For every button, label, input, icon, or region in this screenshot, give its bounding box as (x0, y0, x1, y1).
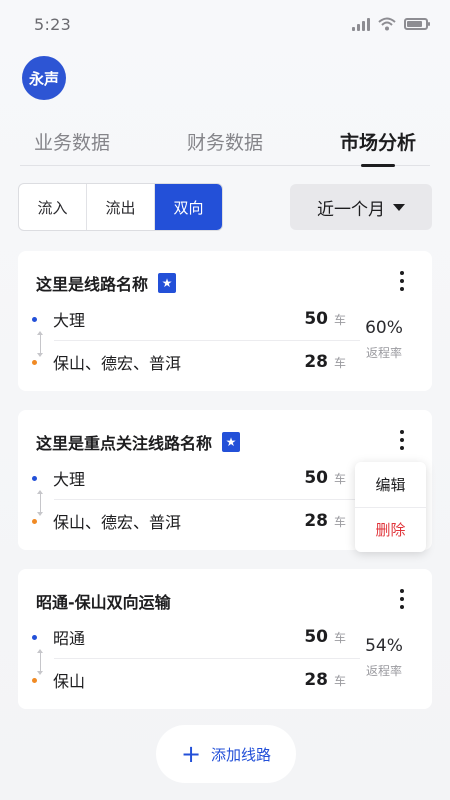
top-tabs: 业务数据 财务数据 市场分析 (20, 118, 430, 166)
route-title: 这里是线路名称 ★ (36, 271, 177, 295)
period-label: 近一个月 (317, 199, 385, 220)
tab-business-data[interactable]: 业务数据 (34, 118, 110, 166)
route-title-text: 这里是线路名称 (36, 275, 149, 294)
origin-place: 昭通 (53, 629, 86, 648)
row-divider (54, 340, 360, 341)
period-dropdown[interactable]: 近一个月 (290, 184, 432, 230)
origin-count: 50 (304, 468, 328, 488)
route-card[interactable]: 这里是线路名称 ★ 大理 50 车 保山、德宏、普洱 28 车 60% 返程率 (18, 251, 432, 391)
card-action-menu: 编辑 删除 (355, 462, 426, 552)
return-rate-label: 返程率 (365, 664, 402, 678)
route-title-text: 昭通-保山双向运输 (36, 593, 171, 612)
route-title: 这里是重点关注线路名称 ★ (36, 430, 241, 454)
avatar[interactable]: 永声 (22, 56, 66, 100)
dest-place: 保山、德宏、普洱 (53, 513, 182, 532)
return-rate: 60% 返程率 (354, 318, 414, 361)
direction-segment: 流入 流出 双向 (18, 183, 223, 231)
caret-down-icon (393, 203, 405, 211)
origin-count: 50 (304, 309, 328, 329)
add-route-label: 添加线路 (211, 745, 272, 764)
dest-count: 28 (304, 352, 328, 372)
origin-place: 大理 (53, 311, 86, 330)
route-card[interactable]: 昭通-保山双向运输 昭通 50 车 保山 28 车 54% 返程率 (18, 569, 432, 709)
segment-inflow[interactable]: 流入 (19, 184, 87, 230)
return-rate-value: 60% (365, 318, 403, 338)
more-icon[interactable] (392, 269, 412, 293)
origin-dot (32, 634, 37, 640)
dest-row: 保山 28 车 (32, 665, 362, 695)
status-time: 5:23 (34, 14, 72, 34)
row-divider (54, 499, 360, 500)
tab-finance-data[interactable]: 财务数据 (187, 118, 263, 166)
route-title-text: 这里是重点关注线路名称 (36, 434, 213, 453)
return-rate-value: 54% (365, 636, 403, 656)
more-icon[interactable] (392, 428, 412, 452)
plus-icon: + (180, 740, 202, 768)
edit-menu-item[interactable]: 编辑 (355, 462, 426, 507)
dest-place: 保山、德宏、普洱 (53, 354, 182, 373)
segment-both[interactable]: 双向 (155, 184, 222, 230)
status-bar: 5:23 (0, 0, 450, 48)
dest-count: 28 (304, 670, 328, 690)
delete-menu-item[interactable]: 删除 (355, 506, 426, 553)
dest-dot (32, 359, 37, 365)
origin-dot (32, 316, 37, 322)
return-rate-label: 返程率 (365, 346, 402, 360)
dest-count: 28 (304, 511, 328, 531)
tab-market-analysis[interactable]: 市场分析 (340, 118, 416, 166)
more-icon[interactable] (392, 587, 412, 611)
origin-count: 50 (304, 627, 328, 647)
dest-row: 保山、德宏、普洱 28 车 (32, 506, 362, 536)
origin-place: 大理 (53, 470, 86, 489)
row-divider (54, 658, 360, 659)
dest-dot (32, 518, 37, 524)
add-route-button[interactable]: + 添加线路 (156, 725, 296, 783)
battery-icon (404, 18, 430, 30)
origin-row: 大理 50 车 (32, 463, 362, 493)
dest-place: 保山 (53, 672, 86, 691)
dest-dot (32, 677, 37, 683)
signal-icon (352, 17, 370, 31)
star-bookmark-icon: ★ (222, 432, 241, 452)
origin-row: 昭通 50 车 (32, 622, 362, 652)
segment-outflow[interactable]: 流出 (87, 184, 155, 230)
star-bookmark-icon: ★ (158, 273, 177, 293)
return-rate: 54% 返程率 (354, 636, 414, 679)
status-icons (352, 17, 430, 31)
wifi-icon (378, 17, 396, 31)
dest-row: 保山、德宏、普洱 28 车 (32, 347, 362, 377)
origin-dot (32, 475, 37, 481)
route-title: 昭通-保山双向运输 (36, 589, 171, 613)
origin-row: 大理 50 车 (32, 304, 362, 334)
